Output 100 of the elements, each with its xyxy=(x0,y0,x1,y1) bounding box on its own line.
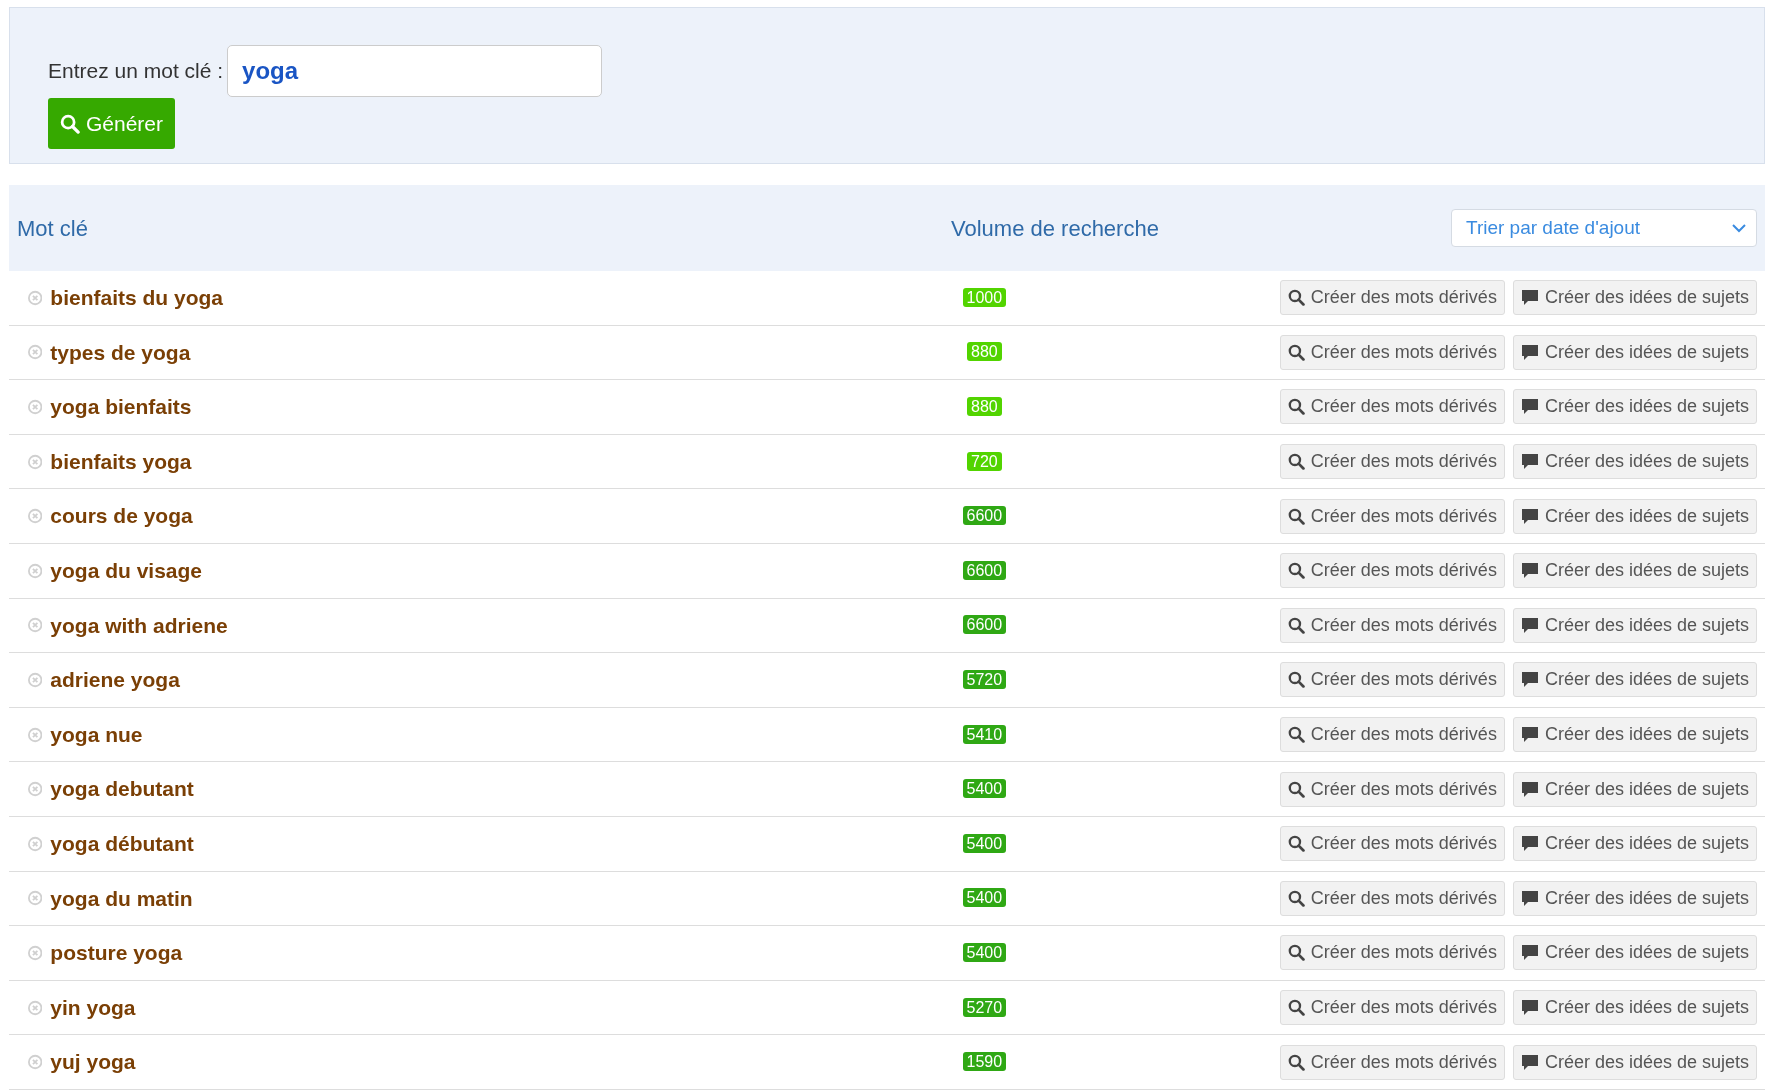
speech-bubble-icon xyxy=(1520,343,1539,361)
sort-select[interactable]: Trier par date d'ajout xyxy=(1451,209,1757,247)
speech-bubble-icon xyxy=(1520,398,1539,416)
derived-words-button[interactable]: Créer des mots dérivés xyxy=(1279,498,1505,534)
speech-bubble-icon xyxy=(1520,507,1539,525)
volume-badge: 5270 xyxy=(962,997,1007,1017)
volume-badge: 5400 xyxy=(962,833,1007,853)
derived-words-button[interactable]: Créer des mots dérivés xyxy=(1279,990,1505,1025)
chevron-icon xyxy=(1732,223,1746,233)
derived-words-button[interactable]: Créer des mots dérivés xyxy=(1279,935,1505,971)
topic-ideas-button[interactable]: Créer des idées de sujets xyxy=(1512,498,1757,534)
topic-ideas-button[interactable]: Créer des idées de sujets xyxy=(1512,880,1757,916)
search-icon xyxy=(1287,453,1305,471)
topic-ideas-button[interactable]: Créer des idées de sujets xyxy=(1512,607,1757,643)
topic-ideas-button[interactable]: Créer des idées de sujets xyxy=(1512,826,1757,862)
keyword-text: yoga débutant xyxy=(50,831,195,857)
derived-words-button[interactable]: Créer des mots dérivés xyxy=(1279,607,1505,643)
derived-words-button[interactable]: Créer des mots dérivés xyxy=(1279,553,1505,589)
search-icon xyxy=(1287,343,1305,361)
search-icon xyxy=(1287,889,1305,907)
volume-badge: 1000 xyxy=(962,287,1007,307)
keyword-text: cours de yoga xyxy=(50,503,194,530)
search-icon xyxy=(1287,562,1305,580)
speech-bubble-icon xyxy=(1520,671,1539,689)
volume-badge: 5720 xyxy=(962,669,1007,689)
volume-badge: 880 xyxy=(967,397,1002,416)
speech-bubble-icon xyxy=(1520,562,1539,580)
remove-icon[interactable] xyxy=(28,617,43,634)
volume-badge: 6600 xyxy=(962,615,1007,635)
keyword-text: yoga debutant xyxy=(50,776,195,803)
volume-badge: 720 xyxy=(967,451,1002,471)
remove-icon[interactable] xyxy=(28,781,43,798)
derived-words-button[interactable]: Créer des mots dérivés xyxy=(1279,1044,1505,1080)
keyword-text: posture yoga xyxy=(50,940,184,967)
derived-words-button[interactable]: Créer des mots dérivés xyxy=(1279,771,1505,807)
derived-words-button[interactable]: Créer des mots dérivés xyxy=(1279,717,1505,753)
remove-icon[interactable] xyxy=(28,835,43,852)
search-icon xyxy=(1287,398,1305,416)
remove-icon[interactable] xyxy=(28,399,43,415)
topic-ideas-button[interactable]: Créer des idées de sujets xyxy=(1512,280,1757,316)
remove-icon[interactable] xyxy=(28,944,43,961)
search-icon xyxy=(1287,726,1305,744)
volume-badge: 5400 xyxy=(962,779,1007,799)
remove-icon[interactable] xyxy=(28,508,43,525)
keyword-text: types de yoga xyxy=(50,339,192,366)
remove-icon[interactable] xyxy=(28,999,43,1016)
speech-bubble-icon xyxy=(1520,453,1539,471)
topic-ideas-button[interactable]: Créer des idées de sujets xyxy=(1512,717,1757,753)
search-icon xyxy=(60,113,80,134)
topic-ideas-button[interactable]: Créer des idées de sujets xyxy=(1512,935,1757,971)
volume-badge: 5400 xyxy=(962,888,1007,908)
keyword-text: yuj yoga xyxy=(50,1049,137,1076)
speech-bubble-icon xyxy=(1520,944,1539,962)
remove-icon[interactable] xyxy=(28,1054,43,1071)
column-header: Mot clé xyxy=(17,214,89,243)
remove-icon[interactable] xyxy=(28,344,43,361)
volume-badge: 1590 xyxy=(962,1052,1007,1072)
volume-badge: 5410 xyxy=(962,724,1007,744)
derived-words-button[interactable]: Créer des mots dérivés xyxy=(1279,444,1505,480)
keyword-text: yoga du visage xyxy=(50,558,204,584)
topic-ideas-button[interactable]: Créer des idées de sujets xyxy=(1512,334,1757,370)
remove-icon[interactable] xyxy=(28,890,43,907)
volume-badge: 5400 xyxy=(962,942,1007,962)
topic-ideas-button[interactable]: Créer des idées de sujets xyxy=(1512,990,1757,1025)
volume-badge: 6600 xyxy=(962,560,1007,580)
keyword-input[interactable]: yoga xyxy=(227,45,603,97)
remove-icon[interactable] xyxy=(28,453,43,470)
topic-ideas-button[interactable]: Créer des idées de sujets xyxy=(1512,389,1757,425)
derived-words-button[interactable]: Créer des mots dérivés xyxy=(1279,334,1505,370)
speech-bubble-icon xyxy=(1520,616,1539,634)
derived-words-button[interactable]: Créer des mots dérivés xyxy=(1279,280,1505,316)
keyword-text: yoga nue xyxy=(50,721,144,748)
keyword-text: yoga bienfaits xyxy=(50,394,193,421)
speech-bubble-icon xyxy=(1520,726,1539,744)
search-icon xyxy=(1287,507,1305,525)
topic-ideas-button[interactable]: Créer des idées de sujets xyxy=(1512,553,1757,589)
keyword-text: bienfaits du yoga xyxy=(50,285,224,312)
search-icon xyxy=(1287,835,1305,853)
speech-bubble-icon xyxy=(1520,1053,1539,1071)
derived-words-button[interactable]: Créer des mots dérivés xyxy=(1279,662,1505,698)
search-icon xyxy=(1287,1053,1305,1071)
derived-words-button[interactable]: Créer des mots dérivés xyxy=(1279,389,1505,425)
topic-ideas-button[interactable]: Créer des idées de sujets xyxy=(1512,1044,1757,1080)
topic-ideas-button[interactable]: Créer des idées de sujets xyxy=(1512,444,1757,480)
remove-icon[interactable] xyxy=(28,289,43,306)
speech-bubble-icon xyxy=(1520,780,1539,798)
derived-words-button[interactable]: Créer des mots dérivés xyxy=(1279,880,1505,916)
search-icon xyxy=(1287,289,1305,307)
search-icon xyxy=(1287,780,1305,798)
topic-ideas-button[interactable]: Créer des idées de sujets xyxy=(1512,662,1757,698)
derived-words-button[interactable]: Créer des mots dérivés xyxy=(1279,826,1505,862)
search-icon xyxy=(1287,999,1305,1016)
remove-icon[interactable] xyxy=(28,671,43,688)
remove-icon[interactable] xyxy=(28,562,43,579)
volume-badge: 6600 xyxy=(962,506,1007,526)
search-icon xyxy=(1287,671,1305,689)
keyword-text: adriene yoga xyxy=(50,667,181,694)
search-icon xyxy=(1287,944,1305,962)
topic-ideas-button[interactable]: Créer des idées de sujets xyxy=(1512,771,1757,807)
remove-icon[interactable] xyxy=(28,726,43,743)
